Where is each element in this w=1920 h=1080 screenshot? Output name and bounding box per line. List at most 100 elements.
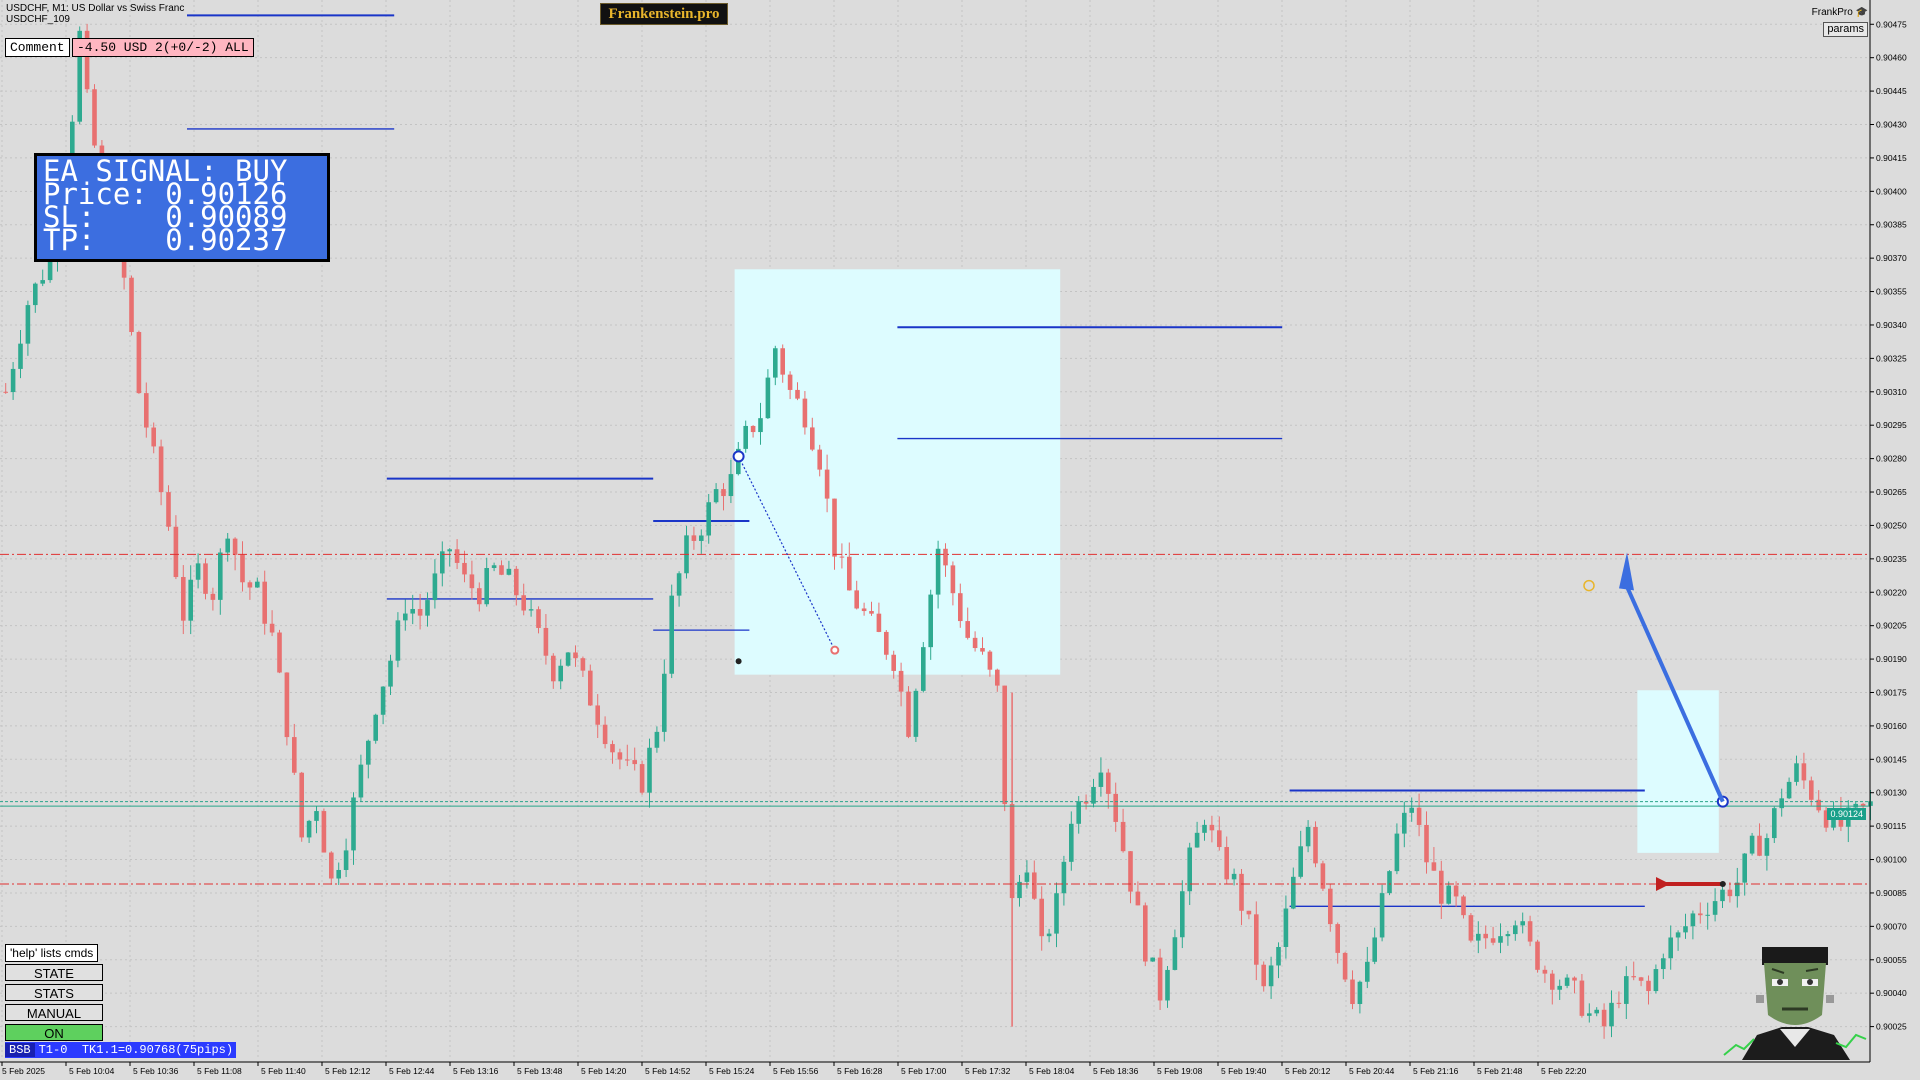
y-tick-label: 0.90040	[1876, 988, 1907, 998]
candle	[269, 623, 275, 633]
candle	[676, 573, 682, 596]
y-tick-label: 0.90400	[1876, 186, 1907, 196]
y-tick-label: 0.90460	[1876, 53, 1907, 63]
candle	[884, 631, 889, 655]
candle	[1113, 793, 1118, 822]
y-tick-label: 0.90220	[1876, 587, 1907, 597]
candle	[558, 665, 563, 682]
candle	[1757, 835, 1762, 856]
candle	[965, 621, 970, 638]
candle	[1409, 807, 1414, 813]
candle	[158, 446, 164, 493]
candle	[1564, 977, 1570, 986]
candle	[1268, 965, 1274, 987]
candle	[780, 348, 785, 375]
y-tick-label: 0.90295	[1876, 420, 1907, 430]
candle	[1527, 921, 1533, 942]
candle	[491, 565, 497, 569]
candle	[1261, 964, 1266, 987]
candle	[950, 565, 956, 594]
x-tick-label: 5 Feb 15:56	[773, 1066, 819, 1076]
state-button[interactable]: STATE	[5, 964, 103, 981]
candle	[33, 283, 38, 306]
candle	[1135, 891, 1141, 906]
brand-logo[interactable]: Frankenstein.pro	[600, 3, 728, 25]
candle	[1365, 961, 1370, 982]
candle	[277, 632, 282, 673]
manual-button[interactable]: MANUAL	[5, 1004, 103, 1021]
candle	[1328, 888, 1333, 925]
x-tick-label: 5 Feb 18:36	[1093, 1066, 1139, 1076]
candle	[610, 744, 615, 753]
candle	[1394, 833, 1400, 872]
candle	[1801, 763, 1807, 781]
candle	[1661, 958, 1666, 970]
candle	[1150, 957, 1155, 962]
current-price-tag: 0.90124	[1827, 808, 1866, 820]
frankpro-label[interactable]: FrankPro 🎓	[1812, 7, 1868, 18]
y-tick-label: 0.90445	[1876, 86, 1907, 96]
candle	[425, 600, 430, 616]
candle	[995, 669, 1000, 686]
x-tick-label: 5 Feb 19:40	[1221, 1066, 1267, 1076]
candle	[1379, 893, 1385, 938]
candle	[1624, 976, 1629, 1004]
candle	[240, 554, 245, 583]
candle	[891, 654, 896, 671]
on-toggle-button[interactable]: ON	[5, 1024, 103, 1041]
candle	[1305, 826, 1311, 847]
candle	[329, 852, 334, 879]
candle	[151, 427, 156, 447]
candle	[706, 502, 711, 536]
candle	[1194, 832, 1200, 848]
candle	[773, 348, 778, 378]
x-tick-label: 5 Feb 10:04	[69, 1066, 115, 1076]
candle	[1069, 823, 1074, 862]
candle	[1616, 1002, 1622, 1004]
candle	[1350, 979, 1355, 1005]
candle	[861, 608, 867, 612]
candle	[935, 548, 941, 595]
candle	[1505, 934, 1511, 937]
candle	[1276, 946, 1281, 966]
frankenstein-mascot-icon	[1723, 947, 1867, 1060]
y-tick-label: 0.90115	[1876, 821, 1906, 831]
candle	[1387, 871, 1392, 894]
candle	[10, 368, 16, 393]
x-tick-label: 5 Feb 14:20	[581, 1066, 627, 1076]
x-tick-label: 5 Feb 15:24	[709, 1066, 755, 1076]
candle	[351, 797, 356, 851]
bsb-badge: BSB	[5, 1043, 35, 1057]
candle	[573, 652, 578, 659]
params-button[interactable]: params	[1823, 22, 1868, 37]
candle	[536, 609, 541, 628]
x-tick-label: 5 Feb 21:16	[1413, 1066, 1459, 1076]
y-tick-label: 0.90325	[1876, 353, 1907, 363]
candle	[1217, 830, 1222, 848]
candle	[839, 556, 845, 558]
candle	[551, 655, 556, 682]
candle	[247, 582, 253, 588]
x-tick-label: 5 Feb 18:04	[1029, 1066, 1075, 1076]
y-tick-label: 0.90415	[1876, 153, 1907, 163]
candle	[469, 574, 475, 589]
x-tick-label: 5 Feb 20:12	[1285, 1066, 1331, 1076]
candle	[1764, 838, 1770, 856]
candle	[40, 280, 45, 284]
candle	[1638, 977, 1644, 981]
candle	[225, 538, 230, 553]
candle	[1809, 780, 1814, 800]
candle	[181, 577, 186, 621]
candle	[832, 498, 837, 557]
candle	[1557, 985, 1562, 990]
stats-button[interactable]: STATS	[5, 984, 103, 1001]
candle	[1172, 937, 1178, 970]
candle	[1180, 891, 1185, 938]
candle	[1187, 847, 1192, 892]
candle	[802, 398, 808, 428]
candle	[1039, 898, 1044, 937]
candle	[1046, 933, 1052, 937]
x-tick-label: 5 Feb 14:52	[645, 1066, 691, 1076]
candle	[1601, 1009, 1607, 1027]
candle	[1032, 872, 1037, 899]
